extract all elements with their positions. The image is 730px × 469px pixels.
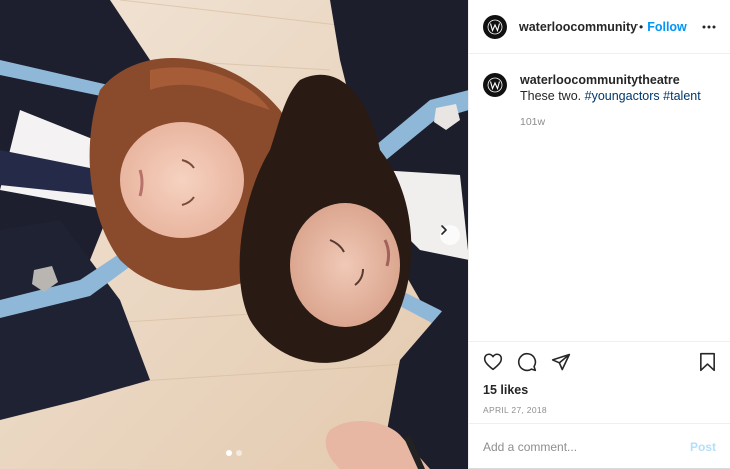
- action-bar: [469, 341, 730, 381]
- caption-username[interactable]: waterloocommunitytheatre: [520, 73, 680, 87]
- post-header: waterloocommunitythea • Follow: [469, 0, 730, 54]
- more-options-button[interactable]: [702, 25, 716, 29]
- header-username[interactable]: waterloocommunitythea: [519, 20, 638, 34]
- hashtag-link[interactable]: #youngactors: [585, 89, 660, 103]
- heart-icon: [483, 353, 503, 371]
- hashtag-link[interactable]: #talent: [663, 89, 701, 103]
- comment-icon: [517, 352, 537, 371]
- post-photo[interactable]: [0, 0, 469, 469]
- caption-avatar[interactable]: [483, 73, 507, 97]
- follow-button[interactable]: Follow: [647, 20, 687, 34]
- share-icon: [551, 353, 571, 370]
- caption-text: These two.: [520, 89, 582, 103]
- like-button[interactable]: [483, 352, 503, 371]
- photo-image: [0, 0, 468, 469]
- post-comment-button[interactable]: Post: [690, 440, 716, 454]
- comments-section: waterloocommunitytheatre These two. #you…: [469, 54, 730, 341]
- header-separator: •: [639, 19, 644, 34]
- theatre-logo-icon: [487, 77, 503, 93]
- carousel-indicator: [226, 450, 242, 456]
- comment-button[interactable]: [517, 352, 537, 372]
- caption-text-block: waterloocommunitytheatre These two. #you…: [520, 72, 710, 104]
- carousel-dot-active: [226, 450, 232, 456]
- carousel-dot: [236, 450, 242, 456]
- caption-timestamp[interactable]: 101w: [520, 116, 716, 128]
- likes-count[interactable]: 15 likes: [469, 381, 730, 399]
- share-button[interactable]: [551, 352, 571, 372]
- post-date[interactable]: APRIL 27, 2018: [469, 399, 730, 423]
- account-avatar[interactable]: [483, 14, 507, 39]
- theatre-logo-icon: [487, 19, 503, 34]
- add-comment-bar: Post: [469, 423, 730, 469]
- caption: waterloocommunitytheatre These two. #you…: [483, 72, 716, 104]
- save-button[interactable]: [699, 352, 716, 372]
- instagram-post: waterloocommunitythea • Follow: [0, 0, 730, 469]
- more-options-icon: [702, 25, 716, 28]
- chevron-right-icon: [441, 225, 447, 235]
- bookmark-icon: [700, 352, 715, 371]
- post-side-panel: waterloocommunitythea • Follow: [469, 0, 730, 469]
- carousel-next-button[interactable]: [440, 225, 460, 245]
- comment-input[interactable]: [483, 439, 690, 454]
